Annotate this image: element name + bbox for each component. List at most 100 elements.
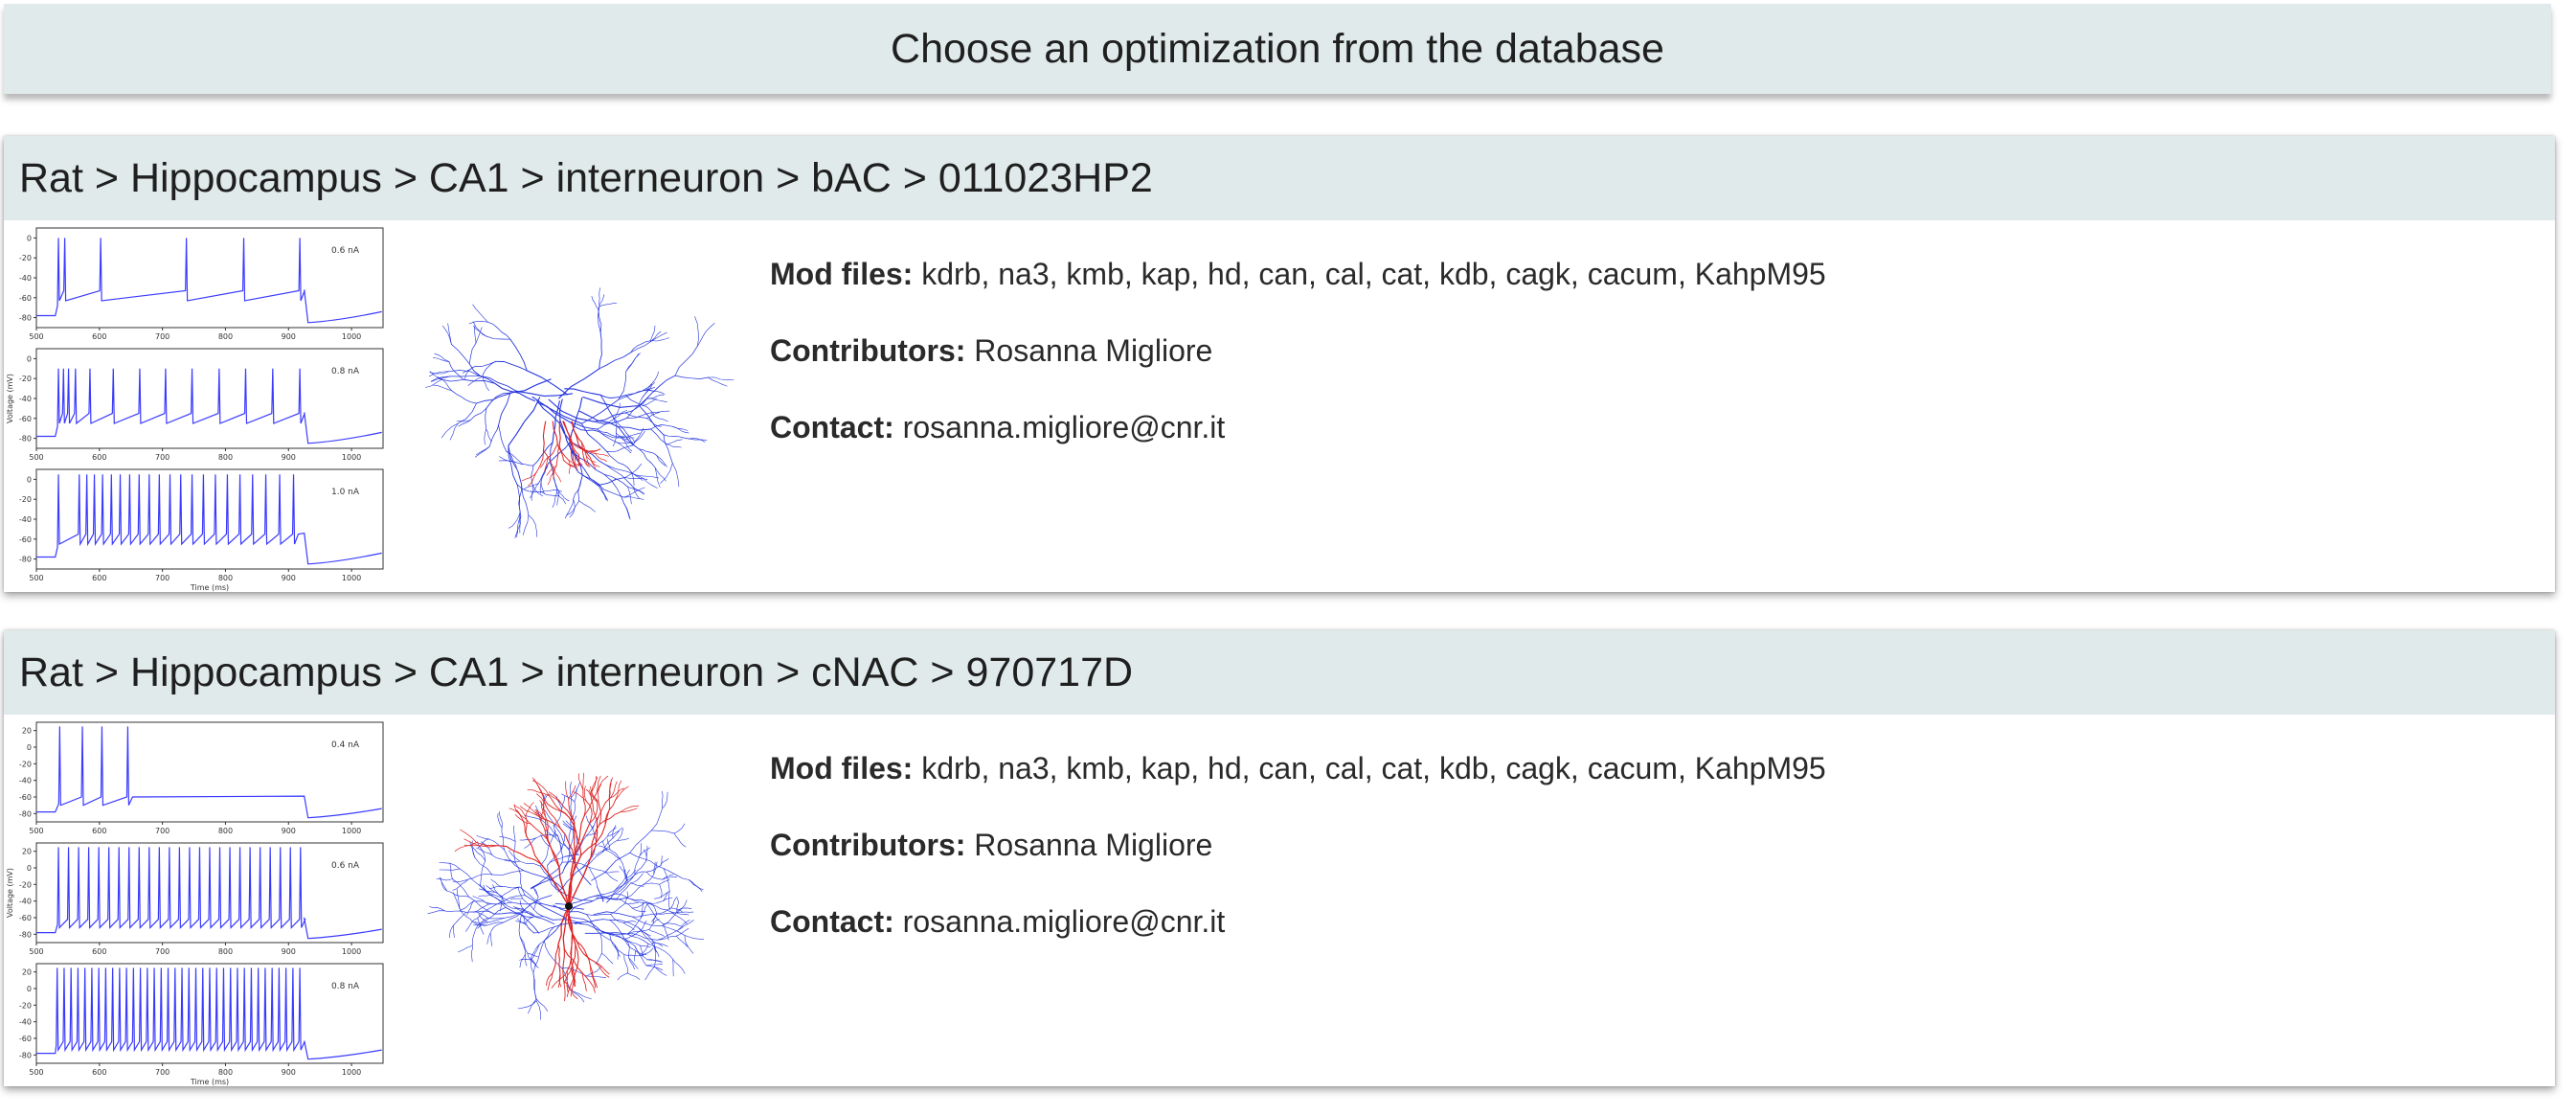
contributors-value: Rosanna Migliore	[974, 333, 1213, 368]
x-tick-label: 900	[282, 453, 296, 462]
y-tick-label: -40	[19, 274, 32, 283]
trace-panel: 20 0 -20 -40 -60 -80 500 600 700 800 900 1000 0.8 nA	[19, 963, 384, 1077]
mod-files-value: kdrb, na3, kmb, kap, hd, can, cal, cat, …	[921, 751, 1826, 785]
morphology-svg	[425, 287, 734, 538]
optimization-card[interactable]: Rat > Hippocampus > CA1 > interneuron > …	[4, 630, 2555, 1086]
mod-files-value: kdrb, na3, kmb, kap, hd, can, cal, cat, …	[921, 257, 1826, 291]
card-breadcrumb[interactable]: Rat > Hippocampus > CA1 > interneuron > …	[4, 630, 2555, 715]
y-tick-label: -40	[19, 777, 32, 785]
x-tick-label: 700	[155, 332, 169, 341]
breadcrumb-brain-region: Hippocampus	[129, 649, 382, 695]
panel-frame	[35, 468, 384, 570]
trace-panel: 20 0 -20 -40 -60 -80 500 600 700 800 900 1000 0.6 nA	[19, 842, 384, 956]
card-breadcrumb[interactable]: Rat > Hippocampus > CA1 > interneuron > …	[4, 136, 2555, 220]
y-tick-label: -20	[19, 495, 32, 504]
y-tick-label: -60	[19, 415, 32, 423]
mod-files-label: Mod files:	[770, 751, 914, 785]
y-axis-label: Voltage (mV)	[6, 374, 14, 423]
y-tick-label: -20	[19, 1001, 32, 1010]
y-tick-label: -20	[19, 254, 32, 262]
x-tick-label: 500	[29, 453, 43, 462]
y-tick-label: 0	[27, 743, 32, 752]
y-tick-label: -60	[19, 294, 32, 303]
x-tick-label: 1000	[342, 574, 361, 582]
x-tick-label: 700	[155, 574, 169, 582]
breadcrumb-separator: >	[902, 154, 927, 201]
page-title: Choose an optimization from the database	[891, 25, 1664, 72]
y-tick-label: -60	[19, 793, 32, 802]
y-tick-label: -80	[19, 1051, 32, 1059]
x-tick-label: 600	[92, 827, 106, 835]
x-tick-label: 900	[282, 332, 296, 341]
breadcrumb-subregion: CA1	[428, 154, 509, 201]
stimulus-current-label: 0.6 nA	[331, 861, 360, 871]
contributors-row: Contributors: Rosanna Migliore	[770, 333, 1212, 369]
breadcrumb-separator: >	[94, 154, 119, 201]
contact-value[interactable]: rosanna.migliore@cnr.it	[903, 904, 1226, 939]
y-tick-label: 0	[27, 864, 32, 873]
contributors-value: Rosanna Migliore	[974, 828, 1213, 862]
voltage-traces-chart: Voltage (mV) 20 0 -20 -40 -60 -80 500 600 700 800 9…	[4, 715, 396, 1086]
x-tick-label: 1000	[342, 947, 361, 956]
x-tick-label: 600	[92, 453, 106, 462]
breadcrumb-cell-id: 970717D	[965, 649, 1134, 695]
y-tick-label: -60	[19, 914, 32, 922]
trace-panel: 0 -20 -40 -60 -80 500 600 700 800 900 1000 0.8 nA	[19, 348, 384, 462]
morphology-drawing	[425, 287, 734, 538]
x-tick-label: 600	[92, 947, 106, 956]
x-tick-label: 800	[218, 947, 233, 956]
mod-files-row: Mod files: kdrb, na3, kmb, kap, hd, can,…	[770, 751, 1826, 786]
soma	[565, 902, 573, 910]
x-tick-label: 500	[29, 827, 43, 835]
x-tick-label: 600	[92, 1068, 106, 1077]
breadcrumb-separator: >	[393, 649, 418, 695]
mod-files-row: Mod files: kdrb, na3, kmb, kap, hd, can,…	[770, 257, 1826, 292]
y-axis-label: Voltage (mV)	[6, 868, 14, 918]
y-tick-label: 20	[22, 848, 32, 856]
breadcrumb-separator: >	[776, 154, 801, 201]
x-tick-label: 900	[282, 827, 296, 835]
contact-value[interactable]: rosanna.migliore@cnr.it	[903, 410, 1226, 444]
x-axis-label: Time (ms)	[190, 1078, 229, 1086]
breadcrumb-e-type: cNAC	[811, 649, 919, 695]
contributors-label: Contributors:	[770, 333, 966, 368]
x-tick-label: 1000	[342, 332, 361, 341]
breadcrumb-brain-region: Hippocampus	[129, 154, 382, 201]
x-tick-label: 500	[29, 1068, 43, 1077]
neuron-morphology-image	[425, 715, 751, 1086]
x-tick-label: 1000	[342, 453, 361, 462]
y-tick-label: -60	[19, 1035, 32, 1043]
y-tick-label: -80	[19, 314, 32, 323]
trace-panel: 0 -20 -40 -60 -80 500 600 700 800 900 1000 0.6 nA	[19, 227, 384, 341]
x-tick-label: 800	[218, 332, 233, 341]
x-tick-label: 1000	[342, 1068, 361, 1077]
y-tick-label: -20	[19, 760, 32, 768]
y-tick-label: 0	[27, 234, 32, 242]
breadcrumb-species: Rat	[19, 649, 83, 695]
panel-frame	[35, 721, 384, 823]
trace-panel: 20 0 -20 -40 -60 -80 500 600 700 800 900 1000 0.4 nA	[19, 721, 384, 835]
y-tick-label: -80	[19, 930, 32, 939]
contributors-label: Contributors:	[770, 828, 966, 862]
x-tick-label: 900	[282, 574, 296, 582]
morphology-drawing	[427, 772, 704, 1020]
breadcrumb-separator: >	[520, 649, 545, 695]
voltage-traces-svg: Voltage (mV) 0 -20 -40 -60 -80 500 600 700 800 900…	[6, 227, 384, 592]
y-tick-label: 0	[27, 354, 32, 363]
y-tick-label: -80	[19, 435, 32, 444]
optimization-card[interactable]: Rat > Hippocampus > CA1 > interneuron > …	[4, 136, 2555, 592]
x-tick-label: 700	[155, 453, 169, 462]
x-tick-label: 500	[29, 332, 43, 341]
voltage-traces-svg: Voltage (mV) 20 0 -20 -40 -60 -80 500 600 700 800 9…	[6, 721, 384, 1086]
y-tick-label: -40	[19, 515, 32, 524]
panel-frame	[35, 227, 384, 329]
y-tick-label: -40	[19, 395, 32, 403]
contact-row: Contact: rosanna.migliore@cnr.it	[770, 904, 1225, 940]
trace-panel: 0 -20 -40 -60 -80 500 600 700 800 900 1000 1.0 nA	[19, 468, 384, 582]
x-tick-label: 800	[218, 1068, 233, 1077]
contact-label: Contact:	[770, 410, 894, 444]
morphology-svg	[427, 772, 704, 1020]
stimulus-current-label: 0.4 nA	[331, 740, 360, 750]
y-tick-label: 20	[22, 727, 32, 736]
breadcrumb-cell-type: interneuron	[555, 154, 765, 201]
